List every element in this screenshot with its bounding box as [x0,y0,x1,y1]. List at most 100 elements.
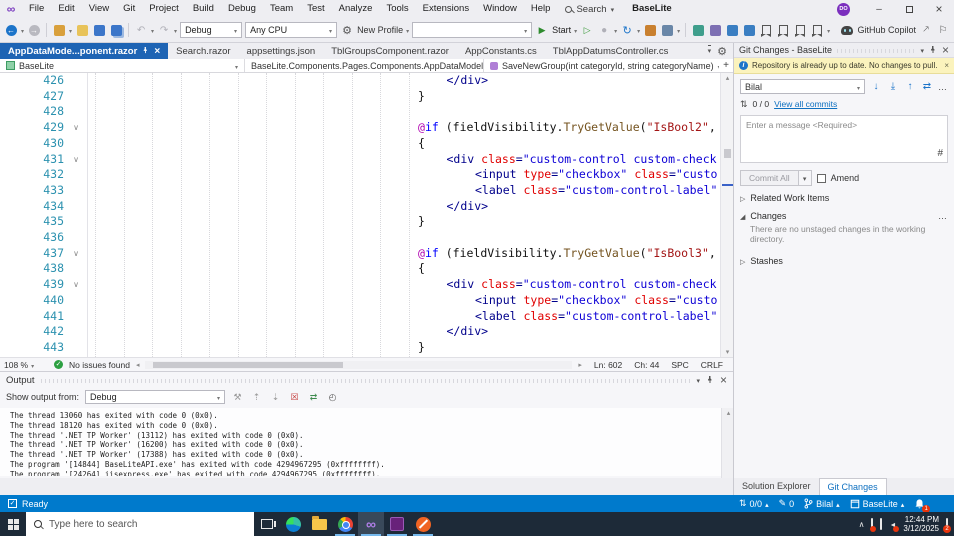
zoom-select[interactable]: 108 % [4,360,48,370]
menu-extensions[interactable]: Extensions [416,0,476,18]
menu-file[interactable]: File [22,0,51,18]
horizontal-scrollbar-thumb[interactable] [153,361,344,368]
file-explorer-button[interactable] [306,512,332,536]
start-debugging-icon[interactable] [535,23,549,37]
menu-edit[interactable]: Edit [51,0,81,18]
purple-app-button[interactable] [384,512,410,536]
git-more-actions-icon[interactable] [938,82,948,92]
github-copilot-button[interactable]: GitHub Copilot [841,25,916,35]
current-repository-button[interactable]: BaseLite [850,499,905,509]
notifications-button[interactable]: 1 [914,498,931,513]
commit-all-button[interactable]: Commit All [740,170,812,186]
collapse-icon[interactable] [740,211,745,221]
taskbar-clock[interactable]: 12:44 PM 3/12/2025 [903,515,939,534]
output-scrollbar[interactable] [721,408,733,478]
volume-muted-icon[interactable] [889,519,900,532]
changes-section[interactable]: Changes [734,209,954,223]
member-selector[interactable]: SaveNewGroup(int categoryId, string cate… [484,59,719,72]
undo-button[interactable]: ↶ [134,23,148,37]
tab-git-changes[interactable]: Git Changes [818,478,887,495]
feedback-icon[interactable] [936,23,950,37]
fold-chevron-icon[interactable] [68,246,84,262]
navigate-backward-button[interactable] [4,23,18,37]
taskbar-search-input[interactable]: Type here to search [26,512,254,536]
close-panel-icon[interactable] [720,373,727,387]
dismiss-info-icon[interactable] [944,61,949,70]
break-all-button[interactable] [691,23,705,37]
code-editor[interactable]: 4264274284294304314324334344354364374384… [0,73,733,357]
word-wrap-icon[interactable]: ⇄ [307,391,320,404]
pending-changes-button[interactable]: 0 [779,498,794,509]
document-tab-0[interactable]: AppDataMode...ponent.razor [0,43,169,59]
device-preview-button[interactable] [660,23,674,37]
editor-settings-icon[interactable] [717,45,727,58]
scroll-left-arrow[interactable] [136,361,140,369]
amend-checkbox[interactable] [816,173,826,183]
document-tab-3[interactable]: TblGroupsComponent.razor [323,43,457,59]
sync-status-button[interactable]: 0/0 [739,498,769,509]
pull-icon[interactable] [887,81,899,92]
save-all-button[interactable] [109,23,123,37]
navigate-backward-dropdown[interactable] [21,25,24,35]
save-button[interactable] [92,23,106,37]
current-branch-button[interactable]: Bilal [804,498,840,509]
show-next-statement-button[interactable] [708,23,722,37]
fetch-icon[interactable] [870,81,882,92]
next-bookmark-button[interactable] [793,23,807,37]
previous-bookmark-button[interactable] [776,23,790,37]
close-tab-icon[interactable] [154,46,160,57]
title-search-box[interactable]: Search [557,4,622,15]
menu-git[interactable]: Git [116,0,142,18]
output-text-area[interactable]: The thread 13060 has exited with code 0 … [0,408,721,476]
expand-icon[interactable] [740,193,745,203]
startup-item-select[interactable] [412,22,533,38]
add-work-item-icon[interactable] [937,148,943,159]
commit-message-input[interactable]: Enter a message <Required> [740,115,948,163]
close-panel-icon[interactable] [942,43,949,57]
scroll-up-arrow[interactable] [721,74,733,82]
menu-view[interactable]: View [82,0,116,18]
restart-dropdown[interactable] [637,25,640,35]
branch-select[interactable]: Bilal [740,79,865,94]
redo-button[interactable]: ↷ [157,23,171,37]
menu-help[interactable]: Help [524,0,558,18]
bookmarks-dropdown[interactable] [827,25,830,35]
fold-chevron-icon[interactable] [68,120,84,136]
start-dropdown[interactable] [574,25,577,35]
output-source-select[interactable]: Debug [85,390,226,404]
find-message-icon[interactable]: ⚒ [231,391,244,404]
attach-dropdown[interactable] [614,25,617,35]
solution-configuration-select[interactable]: Debug [180,22,243,38]
related-work-items-section[interactable]: Related Work Items [734,191,954,205]
menu-window[interactable]: Window [476,0,524,18]
horizontal-scrollbar[interactable] [145,360,573,369]
screen-share-icon[interactable] [870,518,877,532]
pin-icon[interactable] [142,46,149,57]
menu-analyze[interactable]: Analyze [332,0,380,18]
document-tab-2[interactable]: appsettings.json [239,43,324,59]
visual-studio-button[interactable] [358,512,384,536]
pin-icon[interactable] [706,375,714,386]
start-without-debugging-button[interactable] [580,23,594,37]
toggle-bookmark-button[interactable] [759,23,773,37]
menu-team[interactable]: Team [263,0,300,18]
editor-vertical-scrollbar[interactable] [720,73,733,357]
open-file-button[interactable] [75,23,89,37]
push-icon[interactable] [904,81,916,92]
new-project-dropdown[interactable] [69,25,72,35]
git-panel-header[interactable]: Git Changes - BaseLite [734,43,954,58]
previous-message-icon[interactable]: ⇡ [250,391,263,404]
commit-options-dropdown[interactable] [798,170,812,186]
document-tab-5[interactable]: TblAppDatumsController.cs [545,43,677,59]
profile-label[interactable]: New Profile [357,25,403,35]
output-panel-header[interactable]: Output [0,372,733,388]
sync-icon[interactable] [921,81,933,92]
navigate-forward-button[interactable] [27,23,41,37]
new-project-button[interactable] [52,23,66,37]
chrome-button[interactable] [332,512,358,536]
project-selector[interactable]: BaseLite [0,59,245,72]
menu-build[interactable]: Build [186,0,221,18]
health-indicator-icon[interactable] [54,360,63,369]
changes-more-actions-icon[interactable] [938,211,948,221]
next-message-icon[interactable]: ⇣ [269,391,282,404]
